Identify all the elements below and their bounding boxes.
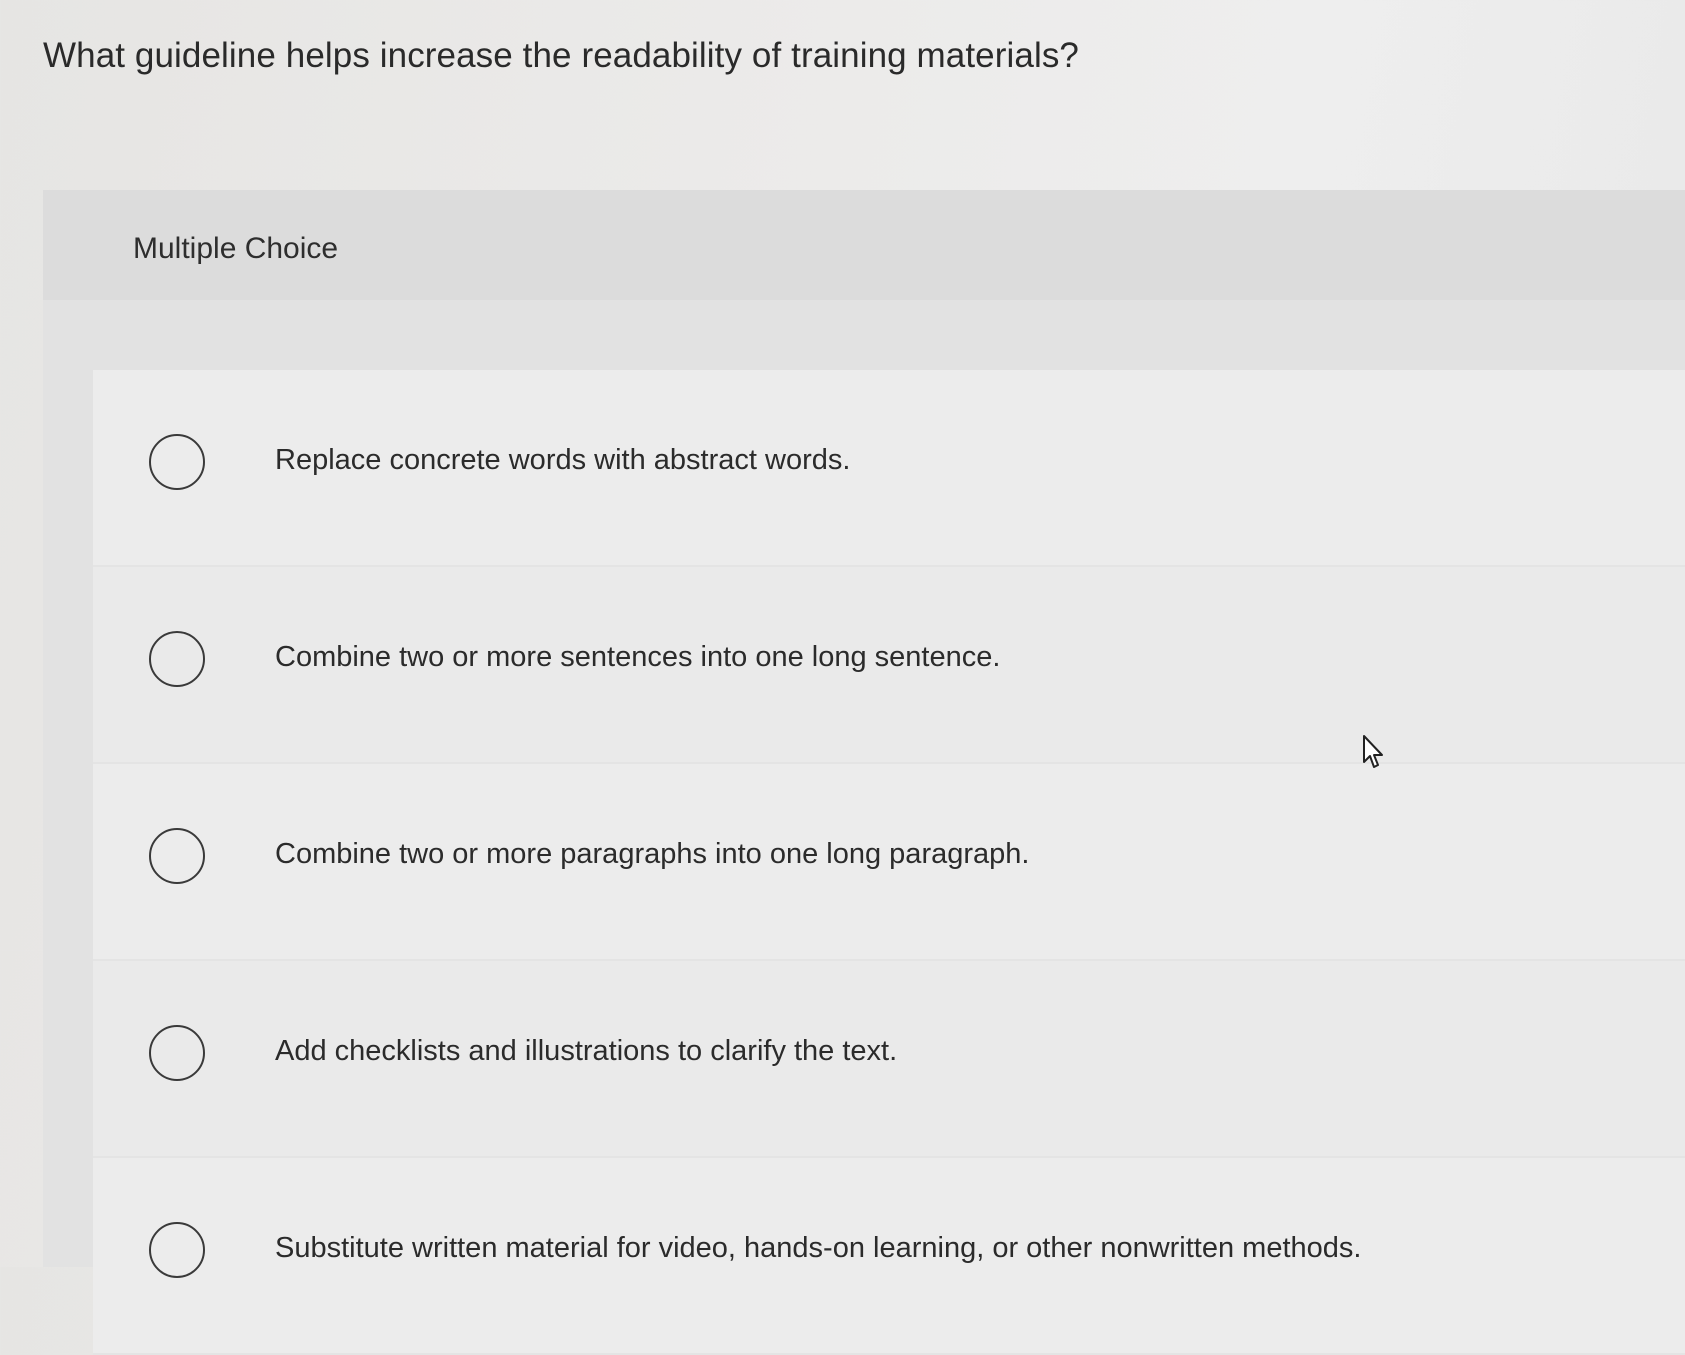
choice-label[interactable]: Combine two or more sentences into one l… [275,641,1000,674]
radio-button[interactable] [149,631,205,687]
choice-option-4[interactable]: Add checklists and illustrations to clar… [93,961,1685,1158]
choice-option-3[interactable]: Combine two or more paragraphs into one … [93,764,1685,961]
choice-label[interactable]: Replace concrete words with abstract wor… [275,444,850,477]
choice-option-5[interactable]: Substitute written material for video, h… [93,1158,1685,1355]
choice-option-1[interactable]: Replace concrete words with abstract wor… [93,370,1685,567]
choice-option-2[interactable]: Combine two or more sentences into one l… [93,567,1685,764]
choice-label[interactable]: Combine two or more paragraphs into one … [275,838,1029,871]
mouse-pointer-icon [1363,735,1383,768]
radio-button[interactable] [149,1025,205,1081]
choice-label[interactable]: Substitute written material for video, h… [275,1232,1361,1265]
panel-header: Multiple Choice [43,190,1685,300]
multiple-choice-panel: Multiple Choice Replace concrete words w… [43,190,1685,1355]
question-text: What guideline helps increase the readab… [43,36,1079,75]
choice-list: Replace concrete words with abstract wor… [93,370,1685,1355]
radio-button[interactable] [149,828,205,884]
choice-label[interactable]: Add checklists and illustrations to clar… [275,1035,897,1068]
question-type-label: Multiple Choice [133,232,339,265]
radio-button[interactable] [149,434,205,490]
radio-button[interactable] [149,1222,205,1278]
